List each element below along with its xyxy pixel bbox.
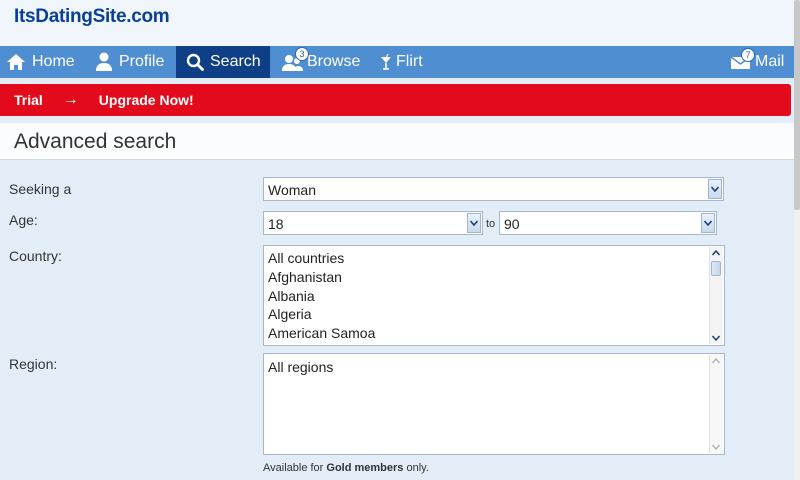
mail-badge: 7 xyxy=(741,48,755,62)
age-from-value: 18 xyxy=(268,216,284,232)
page: ItsDatingSite.com Home Profile Search 3 xyxy=(0,0,794,480)
header: ItsDatingSite.com xyxy=(0,0,794,46)
country-label: Country: xyxy=(9,248,62,264)
list-item[interactable]: Afghanistan xyxy=(268,269,342,285)
country-listbox[interactable]: All countries Afghanistan Albania Algeri… xyxy=(263,245,725,346)
cocktail-icon xyxy=(380,54,392,70)
scroll-down-icon[interactable] xyxy=(710,441,722,453)
user-icon xyxy=(95,52,113,72)
list-item[interactable]: All regions xyxy=(268,359,333,375)
nav-home-label: Home xyxy=(32,53,75,70)
nav-flirt-label: Flirt xyxy=(396,53,423,70)
seeking-value: Woman xyxy=(268,182,316,198)
browse-badge: 3 xyxy=(295,47,309,61)
page-title: Advanced search xyxy=(14,130,177,153)
site-logo[interactable]: ItsDatingSite.com xyxy=(14,6,170,28)
nav-mail-label: Mail xyxy=(755,53,785,70)
country-scrollbar[interactable] xyxy=(709,247,723,344)
nav-browse-label: Browse xyxy=(307,53,361,70)
note-prefix: Available for xyxy=(263,462,327,474)
nav-mail[interactable]: 7 Mail xyxy=(730,46,784,78)
list-item[interactable]: Algeria xyxy=(268,306,312,322)
age-from-select[interactable]: 18 xyxy=(263,211,483,235)
home-icon xyxy=(6,53,26,71)
mail-icon: 7 xyxy=(730,48,755,70)
page-scroll-thumb[interactable] xyxy=(794,0,800,210)
chevron-down-icon[interactable] xyxy=(708,179,722,199)
nav-profile[interactable]: Profile xyxy=(95,46,164,78)
nav-flirt[interactable]: Flirt xyxy=(380,46,423,78)
seeking-label: Seeking a xyxy=(9,181,72,197)
nav-search-label: Search xyxy=(210,53,261,70)
nav-browse[interactable]: 3 Browse xyxy=(282,46,360,78)
region-scrollbar[interactable] xyxy=(709,355,723,453)
main-nav: Home Profile Search 3 Browse Flirt 7 Mai… xyxy=(0,46,794,78)
note-suffix: only. xyxy=(403,462,429,474)
page-scrollbar[interactable] xyxy=(794,0,800,480)
region-label: Region: xyxy=(9,356,58,372)
chevron-down-icon[interactable] xyxy=(467,213,481,233)
scroll-down-icon[interactable] xyxy=(710,332,722,344)
title-bar: Advanced search xyxy=(0,123,794,160)
nav-home[interactable]: Home xyxy=(6,46,75,78)
age-label: Age: xyxy=(9,212,38,228)
upgrade-banner[interactable]: Trial → Upgrade Now! xyxy=(0,84,791,116)
note-gold: Gold members xyxy=(326,462,404,474)
seeking-select[interactable]: Woman xyxy=(263,177,724,201)
nav-search[interactable]: Search xyxy=(176,46,270,78)
arrow-right-icon: → xyxy=(62,91,79,108)
list-item[interactable]: American Samoa xyxy=(268,325,375,341)
age-to-value: 90 xyxy=(504,216,520,232)
scroll-up-icon[interactable] xyxy=(710,247,722,259)
upgrade-now-link[interactable]: Upgrade Now! xyxy=(99,92,194,108)
list-item[interactable]: All countries xyxy=(268,250,344,266)
users-icon: 3 xyxy=(282,47,309,72)
scroll-thumb[interactable] xyxy=(711,261,721,276)
trial-label: Trial xyxy=(14,92,43,108)
gold-members-note: Available for Gold members only. xyxy=(263,462,429,474)
chevron-down-icon[interactable] xyxy=(701,213,715,233)
region-listbox[interactable]: All regions xyxy=(263,353,725,455)
list-item[interactable]: Albania xyxy=(268,288,315,304)
search-icon xyxy=(186,53,204,71)
age-to-select[interactable]: 90 xyxy=(499,211,717,235)
nav-profile-label: Profile xyxy=(119,53,165,70)
scroll-up-icon[interactable] xyxy=(710,355,722,367)
age-to-word: to xyxy=(486,218,496,230)
